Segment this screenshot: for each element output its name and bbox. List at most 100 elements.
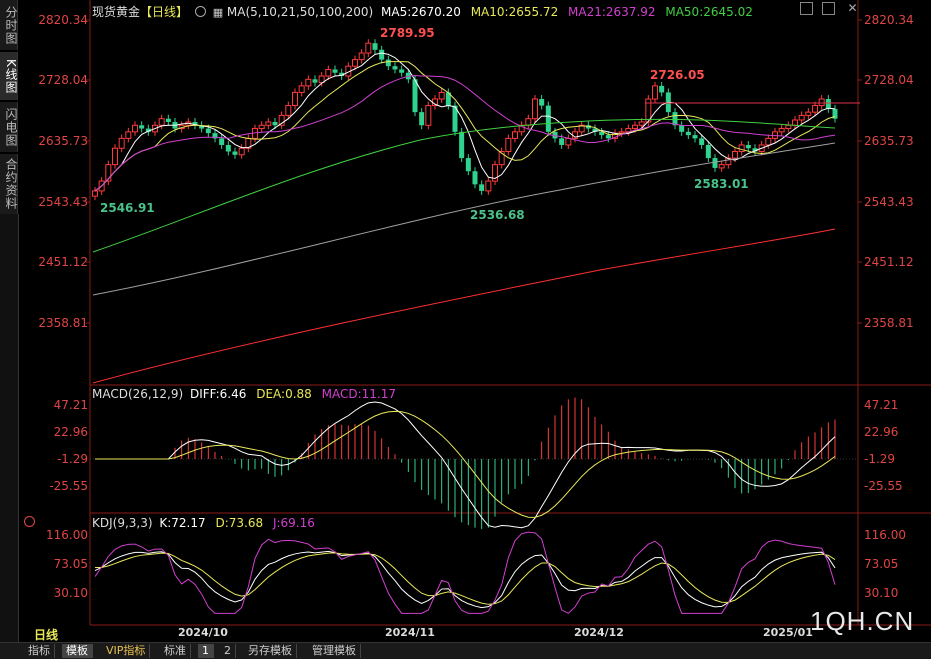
candle-body — [532, 98, 538, 120]
macd-tick-right: -1.29 — [864, 452, 896, 466]
indicator-tab[interactable]: 指标 — [24, 644, 55, 658]
y-tick-right: 2728.04 — [864, 73, 914, 87]
y-tick-left: 2728.04 — [38, 73, 88, 87]
macd-diff-line — [95, 401, 836, 529]
candle-body — [705, 144, 711, 159]
macd-diff: DIFF:6.46 — [189, 387, 247, 401]
candle-body — [372, 43, 378, 50]
candle-body — [485, 180, 492, 192]
macd-header: MACD(26,12,9) DIFF:6.46 DEA:0.88 MACD:11… — [92, 387, 396, 401]
x-date-label: 2024/10 — [178, 626, 228, 639]
macd-value: MACD:11.17 — [321, 387, 397, 401]
candle-body — [525, 118, 532, 126]
candle-body — [352, 59, 358, 67]
period-label[interactable]: 日线 — [34, 626, 58, 643]
candle-body — [825, 99, 831, 109]
x-date-label: 2024/12 — [574, 626, 624, 639]
candle-body — [459, 131, 465, 159]
standard-tab[interactable]: 标准 — [160, 644, 191, 658]
macd-params: MACD(26,12,9) — [92, 387, 184, 401]
candle-body — [205, 128, 211, 134]
save-template-button[interactable]: 另存模板 — [244, 644, 297, 658]
candle-body — [512, 131, 518, 139]
kdj-j-line — [94, 531, 836, 614]
candle-body — [618, 131, 625, 134]
y-tick-left: 2543.43 — [38, 195, 88, 209]
candle-body — [365, 42, 372, 54]
main-chart-svg[interactable] — [0, 0, 931, 642]
macd-tick-right: 22.96 — [864, 425, 899, 439]
kdj-tick-left: 73.05 — [53, 557, 88, 571]
candle-body — [679, 125, 685, 132]
annotation-low: 2536.68 — [470, 208, 525, 222]
macd-tick-right: 47.21 — [864, 398, 899, 412]
candle-body — [92, 190, 98, 197]
candle-body — [412, 79, 418, 113]
candle-body — [638, 121, 645, 126]
candle-body — [139, 125, 145, 129]
candle-body — [312, 79, 318, 83]
candle-body — [765, 137, 772, 146]
kdj-tick-left: 30.10 — [53, 586, 88, 600]
macd-tick-left: -1.29 — [56, 452, 88, 466]
kdj-tick-right: 73.05 — [864, 557, 899, 571]
y-tick-right: 2451.12 — [864, 255, 914, 269]
ma10-line — [94, 61, 836, 192]
template-tab[interactable]: 模板 — [62, 644, 93, 658]
candle-body — [298, 85, 305, 93]
candle-body — [785, 124, 792, 130]
page-2-tab[interactable]: 2 — [220, 644, 236, 658]
y-tick-right: 2543.43 — [864, 195, 914, 209]
y-tick-left: 2451.12 — [38, 255, 88, 269]
candle-body — [358, 52, 365, 61]
ma5-line — [94, 52, 836, 192]
candle-body — [132, 124, 138, 133]
candle-body — [732, 151, 738, 159]
candle-body — [292, 91, 298, 107]
kdj-header: KDJ(9,3,3) K:72.17 D:73.68 J:69.16 — [92, 516, 315, 530]
candle-body — [605, 135, 611, 139]
candle-body — [812, 105, 818, 113]
candle-body — [272, 121, 278, 126]
candle-body — [632, 124, 638, 130]
watermark: 1QH.CN — [810, 606, 915, 636]
candle-body — [325, 68, 332, 77]
manage-template-button[interactable]: 管理模板 — [308, 644, 361, 658]
candle-body — [392, 66, 398, 70]
candle-body — [158, 118, 165, 126]
candle-body — [419, 112, 425, 126]
candle-body — [798, 114, 805, 121]
candle-body — [818, 98, 825, 107]
candle-body — [699, 138, 705, 145]
kdj-k: K:72.17 — [159, 516, 206, 530]
candle-body — [792, 119, 798, 126]
candle-body — [805, 111, 812, 116]
candlesticks[interactable] — [92, 39, 838, 201]
candle-body — [219, 138, 225, 145]
y-tick-right: 2358.81 — [864, 316, 914, 330]
candle-body — [659, 85, 665, 93]
y-tick-left: 2635.73 — [38, 134, 88, 148]
candle-body — [125, 131, 132, 139]
bottom-toolbar: 指标 模板 VIP指标 标准 1 2 另存模板 管理模板 — [0, 642, 931, 659]
page-1-tab[interactable]: 1 — [198, 644, 214, 658]
macd-histogram — [174, 397, 836, 530]
macd-tick-left: 22.96 — [53, 425, 88, 439]
candle-body — [399, 69, 405, 73]
candle-body — [225, 144, 231, 152]
annotation-high: 2726.05 — [650, 68, 705, 82]
annotation-high: 2789.95 — [380, 26, 435, 40]
candle-body — [505, 137, 512, 153]
kdj-tick-left: 116.00 — [46, 528, 88, 542]
candle-body — [718, 164, 725, 169]
candle-body — [652, 85, 658, 100]
y-tick-left: 2358.81 — [38, 316, 88, 330]
candle-body — [465, 158, 471, 172]
candle-body — [778, 128, 785, 133]
annotation-low: 2583.01 — [694, 177, 749, 191]
vip-indicator-tab[interactable]: VIP指标 — [102, 644, 151, 658]
candle-body — [305, 78, 312, 87]
kdj-settings-icon[interactable] — [24, 516, 35, 527]
macd-dea-line — [95, 410, 836, 518]
y-tick-left: 2820.34 — [38, 13, 88, 27]
